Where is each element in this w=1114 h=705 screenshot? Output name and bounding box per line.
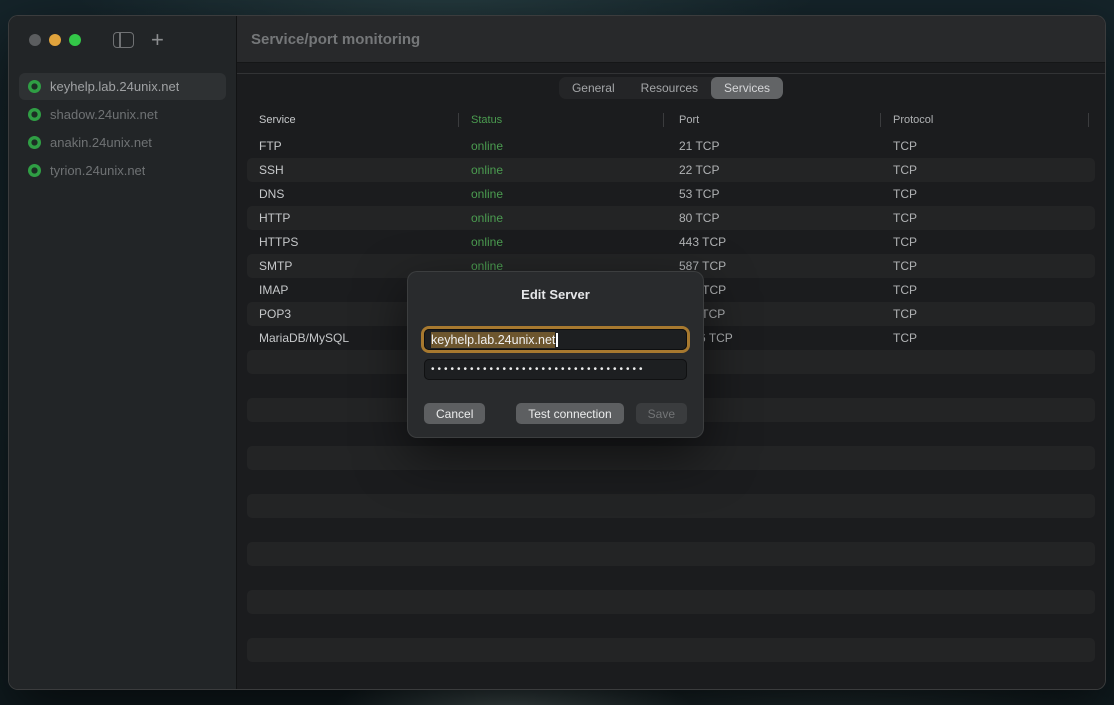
cell-port: 21 TCP — [664, 139, 881, 153]
password-masked-value: ••••••••••••••••••••••••••••••••• — [431, 364, 646, 375]
tab-services[interactable]: Services — [711, 77, 783, 99]
empty-table-row — [247, 470, 1095, 494]
cell-service: HTTPS — [247, 235, 459, 249]
table-row[interactable]: DNS online 53 TCP TCP — [247, 182, 1095, 206]
cell-status: online — [459, 163, 664, 177]
cell-port: 22 TCP — [664, 163, 881, 177]
server-name: shadow.24unix.net — [50, 107, 158, 122]
edit-server-dialog: Edit Server keyhelp.lab.24unix.net •••••… — [407, 271, 704, 438]
sidebar: + keyhelp.lab.24unix.net shadow.24unix.n… — [9, 16, 237, 689]
server-name: tyrion.24unix.net — [50, 163, 145, 178]
column-header-port[interactable]: Port — [664, 106, 881, 134]
cell-port: 53 TCP — [664, 187, 881, 201]
server-name: anakin.24unix.net — [50, 135, 152, 150]
sidebar-item-keyhelp[interactable]: keyhelp.lab.24unix.net — [19, 73, 226, 100]
server-online-dot-icon — [28, 80, 41, 93]
zoom-window-button[interactable] — [69, 34, 81, 46]
table-header: Service Status Port Protocol — [247, 106, 1095, 134]
table-row[interactable]: HTTP online 80 TCP TCP — [247, 206, 1095, 230]
window-titlebar: Service/port monitoring — [237, 16, 1105, 63]
sidebar-item-shadow[interactable]: shadow.24unix.net — [19, 101, 226, 128]
minimize-window-button[interactable] — [49, 34, 61, 46]
hostname-selected-text: keyhelp.lab.24unix.net — [431, 332, 555, 348]
cell-status: online — [459, 235, 664, 249]
cell-protocol: TCP — [881, 331, 1089, 345]
dialog-button-row: Cancel Test connection Save — [424, 403, 687, 424]
cell-service: SSH — [247, 163, 459, 177]
empty-table-row — [247, 590, 1095, 614]
tabs-row: General Resources Services — [237, 77, 1105, 99]
table-row[interactable]: SSH online 22 TCP TCP — [247, 158, 1095, 182]
text-caret — [556, 333, 558, 347]
server-online-dot-icon — [28, 164, 41, 177]
content-top-divider — [237, 73, 1105, 74]
empty-table-row — [247, 494, 1095, 518]
cell-protocol: TCP — [881, 211, 1089, 225]
cell-port: 80 TCP — [664, 211, 881, 225]
empty-table-row — [247, 614, 1095, 638]
close-window-button[interactable] — [29, 34, 41, 46]
column-header-protocol[interactable]: Protocol — [881, 106, 1089, 134]
empty-table-row — [247, 446, 1095, 470]
tab-resources[interactable]: Resources — [628, 77, 711, 99]
password-input[interactable]: ••••••••••••••••••••••••••••••••• — [424, 359, 687, 380]
empty-table-row — [247, 638, 1095, 662]
column-header-service[interactable]: Service — [247, 106, 459, 134]
server-name: keyhelp.lab.24unix.net — [50, 79, 179, 94]
add-server-icon[interactable]: + — [151, 32, 164, 48]
empty-table-row — [247, 518, 1095, 542]
cell-protocol: TCP — [881, 187, 1089, 201]
cell-protocol: TCP — [881, 163, 1089, 177]
cell-status: online — [459, 211, 664, 225]
hostname-input[interactable]: keyhelp.lab.24unix.net — [424, 329, 687, 350]
cell-service: DNS — [247, 187, 459, 201]
tab-general[interactable]: General — [559, 77, 628, 99]
sidebar-titlebar: + — [9, 16, 236, 64]
empty-table-row — [247, 566, 1095, 590]
sidebar-item-anakin[interactable]: anakin.24unix.net — [19, 129, 226, 156]
cancel-button[interactable]: Cancel — [424, 403, 485, 424]
app-window: + keyhelp.lab.24unix.net shadow.24unix.n… — [8, 15, 1106, 690]
table-row[interactable]: FTP online 21 TCP TCP — [247, 134, 1095, 158]
cell-service: FTP — [247, 139, 459, 153]
test-connection-button[interactable]: Test connection — [516, 403, 623, 424]
cell-protocol: TCP — [881, 283, 1089, 297]
dialog-title: Edit Server — [408, 287, 703, 303]
cell-service: HTTP — [247, 211, 459, 225]
page-title: Service/port monitoring — [251, 31, 420, 48]
server-list: keyhelp.lab.24unix.net shadow.24unix.net… — [9, 64, 236, 194]
server-online-dot-icon — [28, 108, 41, 121]
cell-status: online — [459, 187, 664, 201]
column-header-status[interactable]: Status — [459, 106, 664, 134]
cell-status: online — [459, 139, 664, 153]
desktop-wallpaper: + keyhelp.lab.24unix.net shadow.24unix.n… — [0, 0, 1114, 705]
tab-segmented-control: General Resources Services — [559, 77, 783, 99]
save-button[interactable]: Save — [636, 403, 687, 424]
sidebar-toggle-icon[interactable] — [113, 32, 134, 48]
server-online-dot-icon — [28, 136, 41, 149]
cell-port: 443 TCP — [664, 235, 881, 249]
cell-protocol: TCP — [881, 139, 1089, 153]
cell-protocol: TCP — [881, 235, 1089, 249]
empty-table-row — [247, 542, 1095, 566]
cell-protocol: TCP — [881, 259, 1089, 273]
sidebar-item-tyrion[interactable]: tyrion.24unix.net — [19, 157, 226, 184]
cell-protocol: TCP — [881, 307, 1089, 321]
table-row[interactable]: HTTPS online 443 TCP TCP — [247, 230, 1095, 254]
